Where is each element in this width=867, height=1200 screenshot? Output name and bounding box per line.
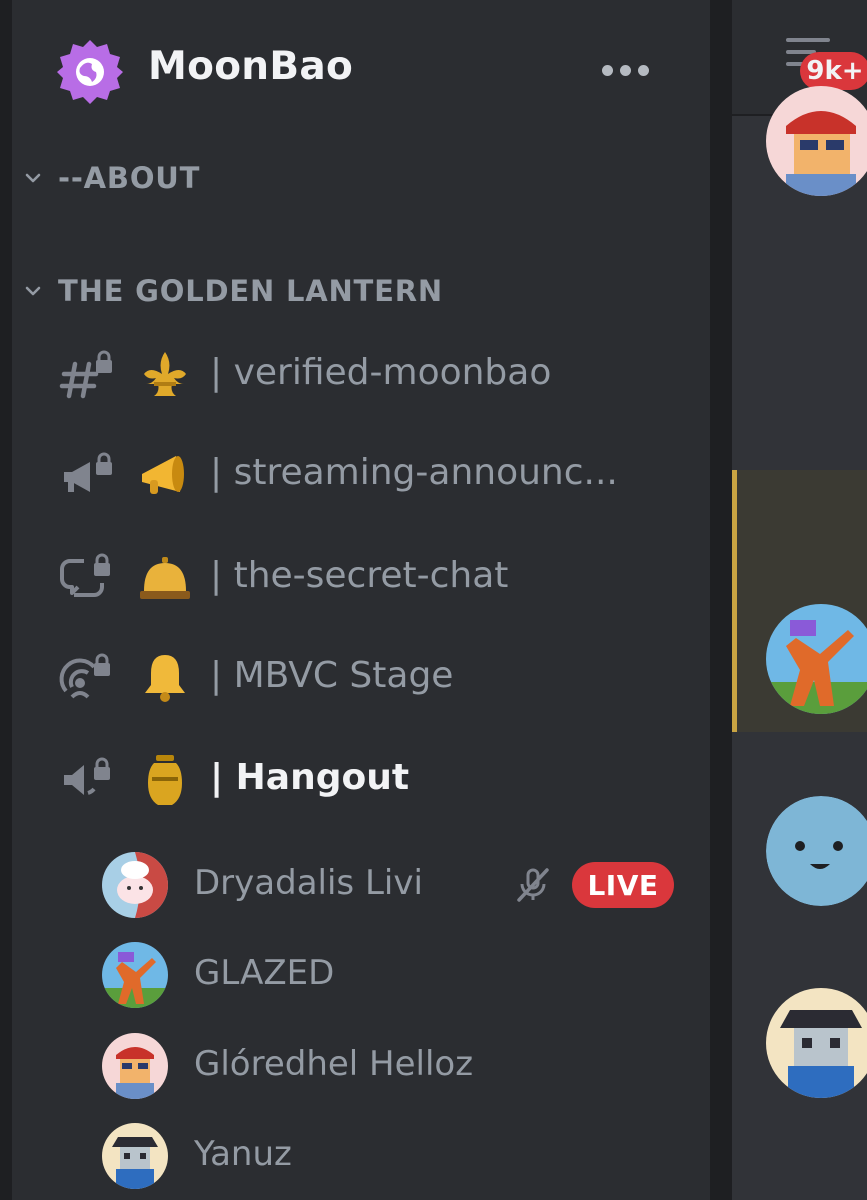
channel-name: | MBVC Stage [210, 655, 454, 696]
channel-name: | verified-moonbao [210, 352, 552, 393]
channel-sidebar: MoonBao --ABOUT THE GOLDEN LANTERN | ver… [12, 0, 710, 1200]
fleur-de-lis-icon [144, 352, 186, 396]
muted-microphone-icon [517, 868, 549, 902]
voice-user-dryadalis-livi[interactable]: Dryadalis Livi LIVE [102, 850, 692, 920]
window-edge [0, 0, 12, 1200]
voice-user-name: GLAZED [194, 953, 335, 993]
avatar [102, 1123, 168, 1189]
server-name: MoonBao [148, 44, 354, 89]
locked-announcement-icon [64, 452, 112, 492]
service-bell-icon [140, 557, 190, 599]
avatar[interactable] [766, 604, 867, 714]
avatar [102, 852, 168, 918]
channel-name: | streaming-announc... [210, 452, 618, 493]
category-about[interactable]: --ABOUT [22, 158, 200, 198]
avatar[interactable] [766, 796, 867, 906]
notification-count-badge: 9k+ [800, 52, 867, 90]
channel-streaming-announcements[interactable]: | streaming-announc... [48, 440, 688, 510]
voice-user-name: Dryadalis Livi [194, 863, 423, 903]
voice-user-name: Yanuz [194, 1134, 292, 1174]
channel-name: | the-secret-chat [210, 555, 509, 596]
voice-user-glazed[interactable]: GLAZED [102, 940, 692, 1010]
avatar[interactable] [766, 988, 867, 1098]
bell-icon [145, 655, 185, 702]
category-golden-lantern[interactable]: THE GOLDEN LANTERN [22, 271, 443, 311]
channel-hangout[interactable]: | Hangout [48, 745, 688, 815]
locked-forum-icon [60, 553, 110, 597]
voice-user-gloredhel-helloz[interactable]: Glóredhel Helloz [102, 1031, 692, 1101]
server-more-icon[interactable] [602, 56, 658, 84]
live-badge[interactable]: LIVE [572, 862, 674, 908]
voice-user-yanuz[interactable]: Yanuz [102, 1121, 692, 1191]
locked-text-channel-icon [59, 350, 112, 399]
category-label: --ABOUT [58, 161, 201, 195]
locked-voice-icon [64, 757, 110, 795]
panel-divider [710, 0, 732, 1200]
chevron-down-icon [25, 286, 41, 296]
channel-mbvc-stage[interactable]: | MBVC Stage [48, 643, 688, 713]
locked-stage-icon [59, 653, 110, 699]
channel-the-secret-chat[interactable]: | the-secret-chat [48, 543, 688, 613]
avatar [102, 1033, 168, 1099]
avatar[interactable] [766, 86, 867, 196]
avatar [102, 942, 168, 1008]
category-label: THE GOLDEN LANTERN [58, 274, 443, 308]
server-header[interactable]: MoonBao [12, 0, 710, 140]
megaphone-icon [142, 456, 184, 494]
urn-icon [148, 755, 182, 805]
chevron-down-icon [25, 173, 41, 183]
channel-verified-moonbao[interactable]: | verified-moonbao [48, 340, 688, 410]
voice-user-name: Glóredhel Helloz [194, 1044, 474, 1084]
server-badge-icon [57, 40, 123, 104]
member-panel: 9k+ [732, 0, 867, 1200]
channel-name: | Hangout [210, 757, 410, 798]
